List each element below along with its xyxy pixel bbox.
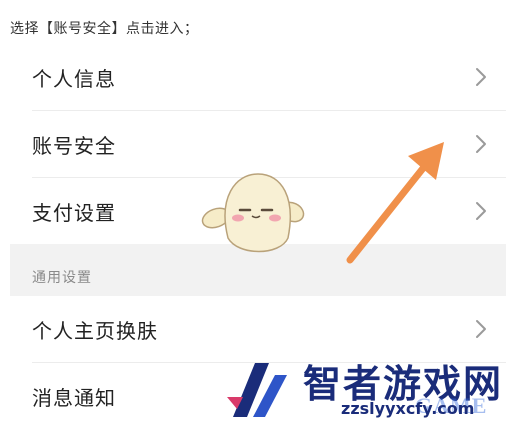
settings-item-label: 个人信息: [32, 66, 116, 91]
settings-item-label: 账号安全: [32, 133, 116, 158]
watermark: 智者游戏网 GAME zzslyyxcfy.com: [225, 355, 506, 425]
arrow-up-right-icon: [346, 142, 444, 264]
settings-item-label: 支付设置: [32, 200, 116, 225]
watermark-url: zzslyyxcfy.com: [341, 399, 475, 418]
watermark-logo-icon: [227, 363, 287, 417]
settings-item-personal-info[interactable]: 个人信息: [10, 44, 506, 110]
settings-item-label: 消息通知: [32, 385, 116, 410]
mascot-icon: [201, 173, 305, 253]
chevron-right-icon: [476, 320, 486, 338]
chevron-right-icon: [476, 68, 486, 86]
chevron-right-icon: [476, 202, 486, 220]
instruction-text: 选择【账号安全】点击进入；: [10, 21, 199, 37]
settings-item-label: 个人主页换肤: [32, 318, 158, 343]
chevron-right-icon: [476, 135, 486, 153]
